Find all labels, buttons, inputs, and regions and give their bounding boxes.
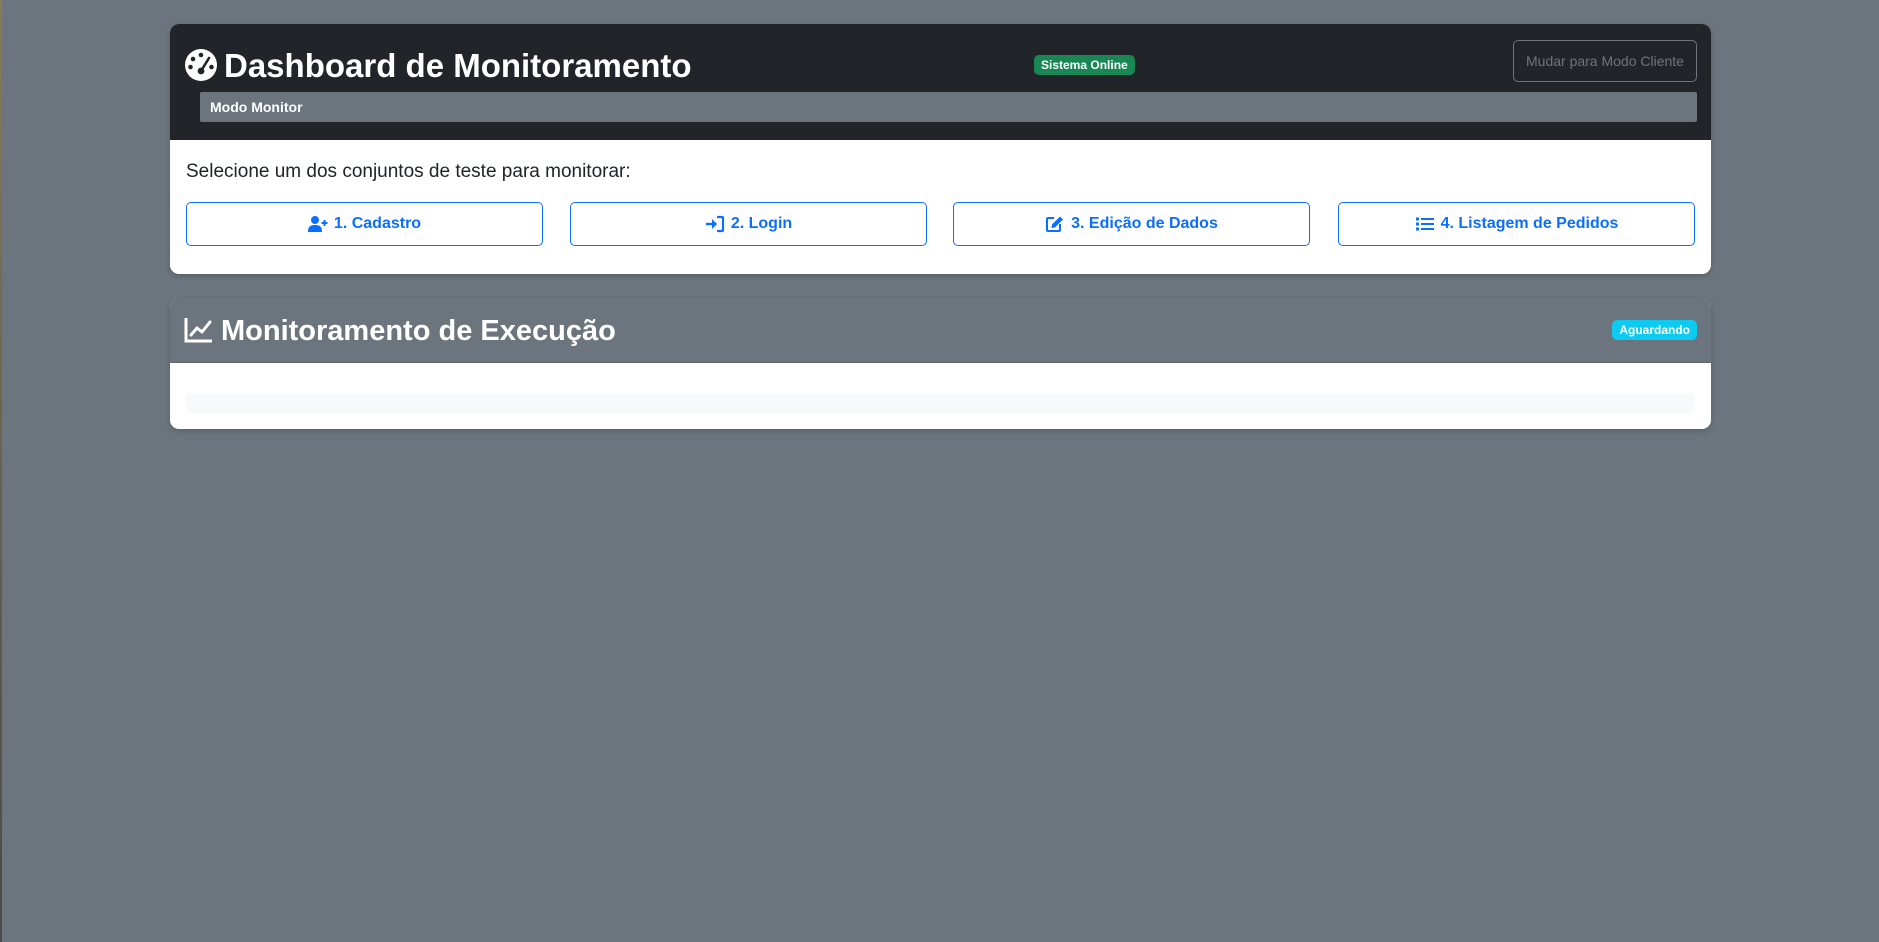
test-cadastro-label: 1. Cadastro bbox=[333, 215, 422, 232]
execution-card: Monitoramento de Execução Aguardando bbox=[170, 298, 1711, 429]
system-status-badge: Sistema Online bbox=[1034, 55, 1135, 75]
tachometer-icon bbox=[185, 49, 217, 81]
page: Dashboard de Monitoramento Sistema Onlin… bbox=[0, 0, 1879, 942]
test-select-prompt: Selecione um dos conjuntos de teste para… bbox=[186, 161, 631, 182]
mode-label: Modo Monitor bbox=[200, 92, 1697, 122]
execution-log-area bbox=[186, 393, 1695, 413]
test-listagem-label: 4. Listagem de Pedidos bbox=[1440, 215, 1619, 232]
execution-status-badge: Aguardando bbox=[1612, 320, 1697, 340]
test-buttons: 1. Cadastro 2. Login 3. Edição de Dados bbox=[186, 202, 1695, 248]
edit-icon bbox=[1046, 216, 1064, 232]
switch-mode-button[interactable]: Mudar para Modo Cliente bbox=[1513, 40, 1697, 82]
test-login-label: 2. Login bbox=[730, 215, 793, 232]
list-icon bbox=[1415, 217, 1434, 231]
test-edicao-label: 3. Edição de Dados bbox=[1071, 215, 1218, 232]
test-listagem-button[interactable]: 4. Listagem de Pedidos bbox=[1338, 202, 1695, 246]
test-edicao-button[interactable]: 3. Edição de Dados bbox=[953, 202, 1310, 246]
page-title: Dashboard de Monitoramento bbox=[224, 47, 692, 84]
sign-in-icon bbox=[705, 215, 724, 233]
test-login-button[interactable]: 2. Login bbox=[570, 202, 927, 246]
test-cadastro-button[interactable]: 1. Cadastro bbox=[186, 202, 543, 246]
line-chart-icon bbox=[184, 318, 212, 343]
dashboard-card: Dashboard de Monitoramento Sistema Onlin… bbox=[170, 24, 1711, 274]
execution-header: Monitoramento de Execução Aguardando bbox=[170, 298, 1711, 363]
window-edge bbox=[0, 0, 2, 942]
user-plus-icon bbox=[307, 216, 328, 232]
execution-title: Monitoramento de Execução bbox=[221, 315, 616, 347]
dashboard-header: Dashboard de Monitoramento Sistema Onlin… bbox=[170, 24, 1711, 140]
